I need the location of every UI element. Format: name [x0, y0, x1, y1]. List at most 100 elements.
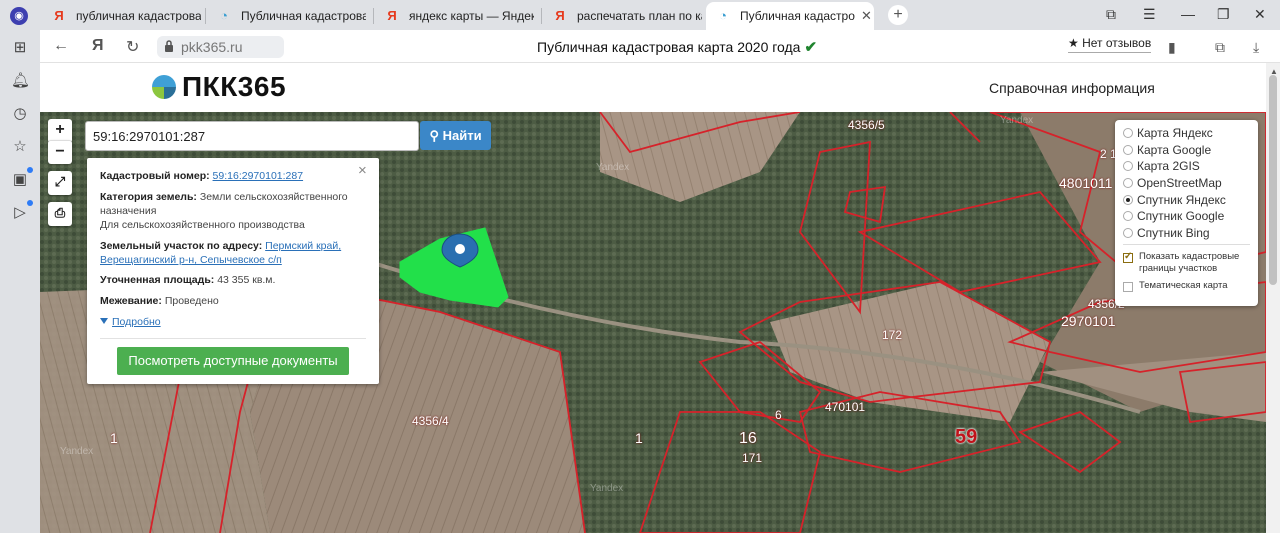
zoom-out-button[interactable]: −	[48, 140, 72, 164]
land-category-row: Категория земель: Земли сельскохозяйстве…	[100, 190, 365, 218]
radio-button[interactable]	[1123, 178, 1133, 188]
url-field[interactable]: pkk365.ru	[157, 36, 284, 58]
map-label: 1	[635, 430, 643, 446]
page-title-text: Публичная кадастровая карта 2020 года	[537, 39, 801, 55]
layer-option[interactable]: Спутник Google	[1123, 208, 1224, 224]
radio-button[interactable]	[1123, 128, 1133, 138]
map-label: 171	[742, 451, 763, 465]
media-icon[interactable]: ▷	[11, 204, 29, 222]
tab-title: Публичная кадастровая	[740, 9, 855, 23]
verified-check-icon: ✔	[804, 39, 818, 56]
minimize-icon[interactable]: —	[1181, 6, 1195, 22]
tab-title: Публичная кадастровая к	[241, 9, 366, 23]
layer-option[interactable]: Карта 2GIS	[1123, 158, 1200, 174]
download-icon[interactable]: ⤓	[1253, 39, 1259, 56]
star-icon[interactable]: ☆	[11, 138, 29, 156]
map-label: 1	[110, 430, 118, 446]
layer-option[interactable]: Карта Яндекс	[1123, 125, 1213, 141]
field-value: 43 355 кв.м.	[217, 274, 276, 286]
pkk-icon: ◔	[220, 8, 228, 23]
layer-option[interactable]: Спутник Bing	[1123, 225, 1210, 241]
cadastral-number-row: Кадастровый номер: 59:16:2970101:287	[100, 169, 365, 183]
map-view[interactable]: 4356/5 4801011 4356/2 2970101 172 470101…	[40, 112, 1266, 533]
checkbox[interactable]	[1123, 282, 1133, 292]
map-label: 4801011	[1059, 175, 1113, 191]
new-tab-button[interactable]: +	[888, 5, 908, 25]
close-tab-icon[interactable]: ✕	[861, 8, 872, 24]
scroll-thumb[interactable]	[1269, 75, 1277, 285]
yandex-watermark: Yandex	[60, 446, 94, 457]
history-icon[interactable]: ◷	[11, 105, 29, 123]
thematic-map-toggle[interactable]: Тематическая карта	[1123, 280, 1253, 292]
back-icon[interactable]: ←	[53, 37, 69, 55]
restore-icon[interactable]: ❐	[1217, 6, 1230, 23]
tab-title: публичная кадастровая к	[76, 9, 201, 23]
field-label: Межевание:	[100, 295, 162, 307]
menu-icon[interactable]: ☰	[1143, 6, 1156, 23]
expand-icon: ⤢	[54, 174, 66, 189]
layer-option-selected[interactable]: Спутник Яндекс	[1123, 192, 1226, 208]
browser-tab[interactable]: Я распечатать план по када	[543, 2, 705, 30]
radio-button[interactable]	[1123, 161, 1133, 171]
print-button[interactable]: ⎙	[48, 202, 72, 226]
notification-dot	[27, 200, 33, 206]
page-scrollbar[interactable]: ▲	[1266, 63, 1280, 533]
browser-tab-active[interactable]: ◔ Публичная кадастровая ✕	[706, 2, 874, 30]
divider	[100, 338, 366, 339]
browser-side-panel: ⊞ 🔔︎ ◷ ☆ ▣ ▷	[0, 30, 40, 533]
tab-title: яндекс карты — Яндекс: н	[409, 9, 534, 23]
apps-grid-icon[interactable]: ⊞	[11, 39, 29, 57]
logo-mark-icon	[152, 75, 176, 99]
radio-button[interactable]	[1123, 228, 1133, 238]
yandex-icon: Я	[54, 8, 64, 23]
layer-label: Карта 2GIS	[1137, 159, 1200, 173]
yandex-icon: Я	[555, 8, 565, 23]
close-window-icon[interactable]: ✕	[1254, 6, 1266, 23]
browser-tab[interactable]: Я публичная кадастровая к	[42, 2, 204, 30]
view-documents-button[interactable]: Посмотреть доступные документы	[117, 347, 349, 375]
fullscreen-button[interactable]: ⤢	[48, 171, 72, 195]
show-boundaries-toggle[interactable]: Показать кадастровые границы участков	[1123, 251, 1253, 275]
reviews-link[interactable]: ★ Нет отзывов	[1068, 36, 1152, 53]
address-bar: ← Я ↻ pkk365.ru Публичная кадастровая ка…	[40, 30, 1280, 63]
area-row: Уточненная площадь: 43 355 кв.м.	[100, 273, 365, 287]
details-link[interactable]: Подробно	[112, 316, 161, 328]
layer-label: Спутник Яндекс	[1137, 193, 1226, 207]
reload-icon[interactable]: ↻	[126, 37, 139, 57]
radio-button[interactable]	[1123, 145, 1133, 155]
parcel-info-popup: × Кадастровый номер: 59:16:2970101:287 К…	[87, 158, 379, 384]
extensions-icon[interactable]: ⧉	[1215, 39, 1225, 56]
divider	[1123, 244, 1250, 245]
bell-icon[interactable]: 🔔︎	[11, 72, 30, 90]
layer-label: Карта Google	[1137, 143, 1212, 157]
map-label: 4356/5	[848, 118, 885, 132]
radio-button-selected[interactable]	[1123, 195, 1133, 205]
region-number-label: 59	[955, 426, 978, 448]
browser-tab[interactable]: ◔ Публичная кадастровая к	[207, 2, 373, 30]
browser-tab[interactable]: Я яндекс карты — Яндекс: н	[375, 2, 541, 30]
browser-menu-icon[interactable]: ◉	[10, 7, 28, 25]
collections-icon[interactable]: ▣	[11, 171, 29, 189]
site-logo[interactable]: ПКК365	[152, 71, 286, 103]
logo-text: ПКК365	[182, 71, 287, 102]
layer-option[interactable]: Карта Google	[1123, 142, 1211, 158]
layer-option[interactable]: OpenStreetMap	[1123, 175, 1222, 191]
collections-icon[interactable]: ⧉	[1106, 6, 1116, 23]
reference-info-link[interactable]: Справочная информация	[989, 80, 1155, 96]
layer-label: Карта Яндекс	[1137, 126, 1213, 140]
browser-tab-strip: ◉ Я публичная кадастровая к ◔ Публичная …	[0, 0, 1280, 30]
survey-row: Межевание: Проведено	[100, 294, 365, 308]
bookmark-icon[interactable]: ▮	[1168, 39, 1176, 56]
cadastral-search-input[interactable]	[85, 121, 419, 151]
yandex-watermark: Yandex	[1000, 115, 1034, 126]
search-button[interactable]: ⚲ Найти	[420, 121, 491, 150]
url-text: pkk365.ru	[181, 39, 243, 55]
checkbox-checked[interactable]	[1123, 251, 1133, 263]
radio-button[interactable]	[1123, 211, 1133, 221]
details-toggle[interactable]: Подробно	[100, 315, 365, 329]
pkk-icon: ◔	[719, 8, 727, 23]
yandex-home-icon[interactable]: Я	[92, 37, 104, 55]
field-label: Земельный участок по адресу:	[100, 240, 263, 252]
cadastral-number-link[interactable]: 59:16:2970101:287	[213, 170, 304, 182]
lock-icon	[165, 40, 173, 52]
